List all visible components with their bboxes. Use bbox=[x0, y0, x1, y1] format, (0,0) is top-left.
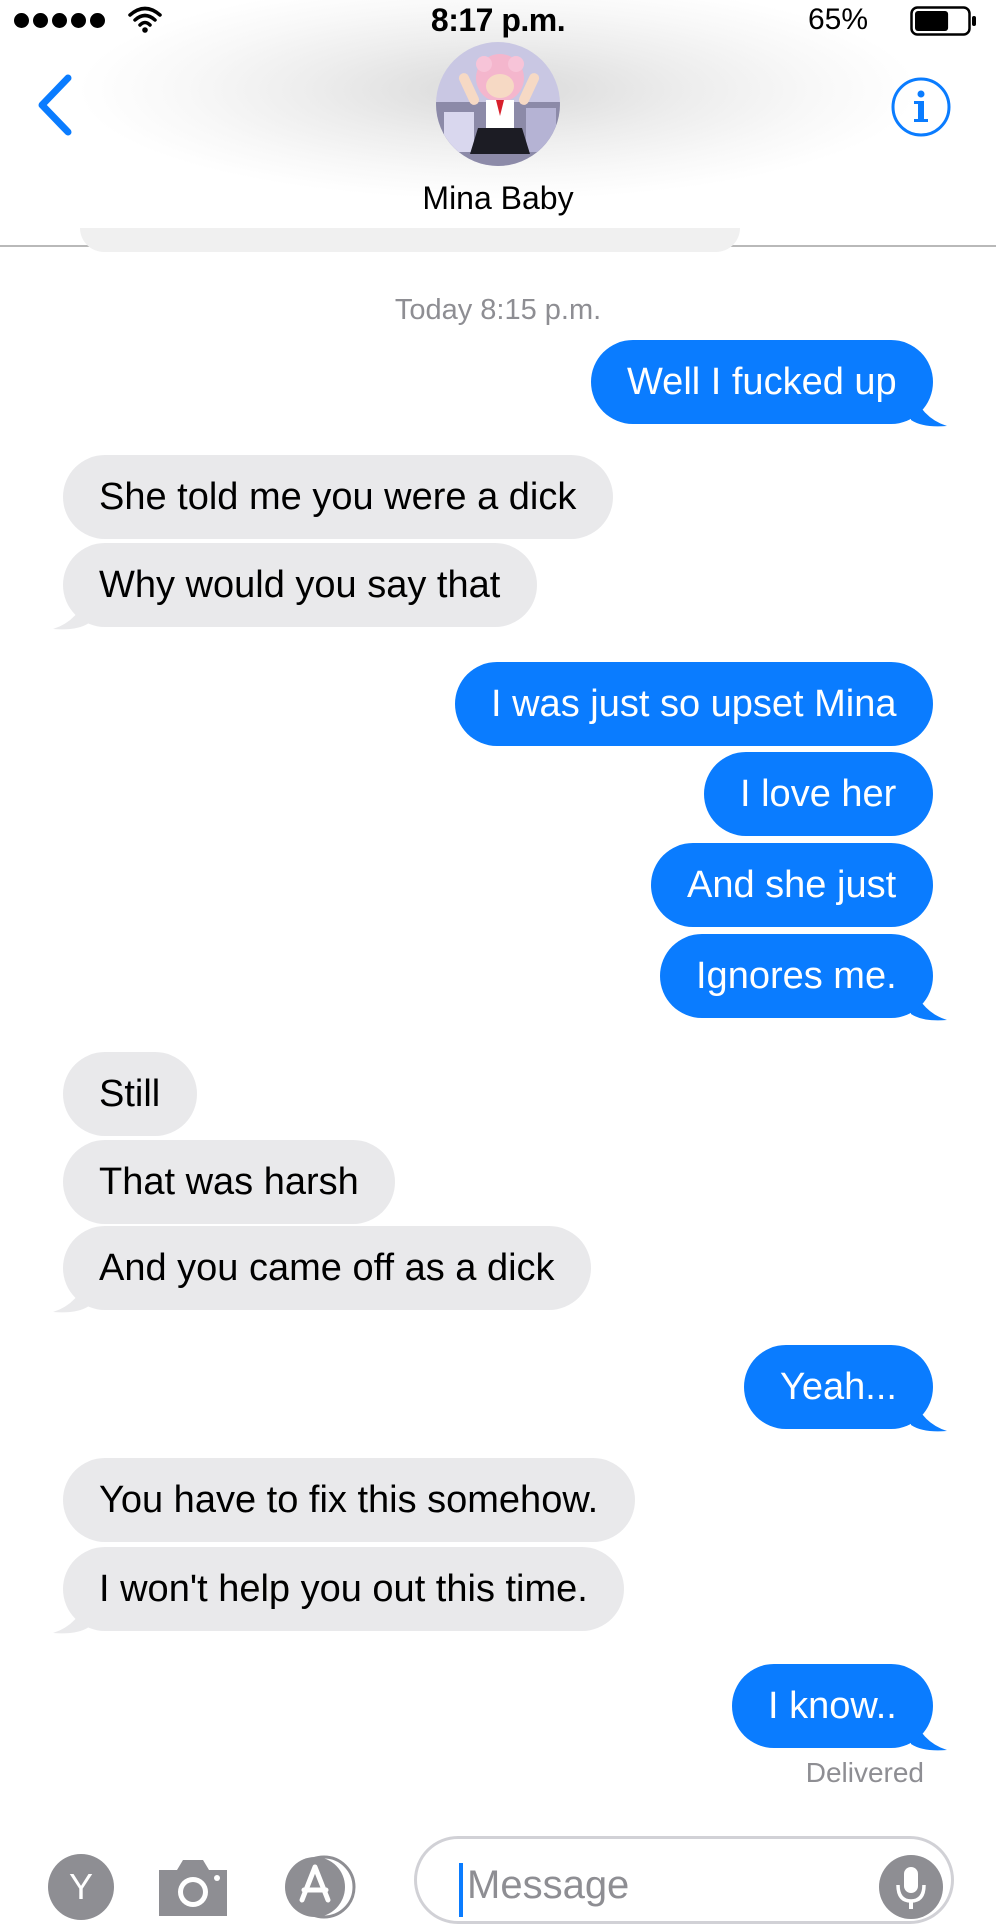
info-icon bbox=[891, 77, 951, 137]
received-message-bubble[interactable]: And you came off as a dick bbox=[63, 1226, 591, 1310]
received-message-bubble[interactable]: You have to fix this somehow. bbox=[63, 1458, 635, 1542]
battery-percent: 65% bbox=[807, 3, 868, 36]
sent-message-bubble[interactable]: I was just so upset Mina bbox=[455, 662, 933, 746]
dictation-button[interactable] bbox=[879, 1855, 943, 1919]
sent-message-bubble[interactable]: I know.. bbox=[732, 1664, 933, 1748]
composer-bar: Y Message bbox=[0, 1820, 996, 1924]
delivery-status: Delivered bbox=[805, 1757, 924, 1788]
avatar-image bbox=[436, 42, 560, 166]
info-button[interactable] bbox=[890, 76, 952, 138]
sent-message-bubble[interactable]: I love her bbox=[704, 752, 933, 836]
received-message-bubble[interactable]: I won't help you out this time. bbox=[63, 1547, 624, 1631]
microphone-icon bbox=[896, 1867, 926, 1909]
received-message-bubble[interactable]: She told me you were a dick bbox=[63, 455, 613, 539]
contact-avatar[interactable] bbox=[436, 42, 560, 166]
received-message-bubble[interactable]: Still bbox=[63, 1052, 197, 1136]
message-input[interactable]: Message bbox=[414, 1836, 954, 1924]
previous-message-peek bbox=[80, 228, 740, 252]
sent-message-bubble[interactable]: Yeah... bbox=[744, 1345, 933, 1429]
battery-icon bbox=[910, 6, 976, 36]
message-placeholder: Message bbox=[467, 1863, 630, 1907]
app-drawer-y-button[interactable]: Y bbox=[48, 1854, 114, 1920]
conversation-timestamp: Today 8:15 p.m. bbox=[394, 294, 602, 326]
sent-message-bubble[interactable]: Well I fucked up bbox=[591, 340, 933, 424]
app-store-icon[interactable] bbox=[282, 1854, 378, 1920]
received-message-bubble[interactable]: That was harsh bbox=[63, 1140, 395, 1224]
camera-icon[interactable] bbox=[155, 1856, 231, 1920]
sent-message-bubble[interactable]: Ignores me. bbox=[660, 934, 933, 1018]
chevron-left-icon bbox=[38, 74, 72, 136]
received-message-bubble[interactable]: Why would you say that bbox=[63, 543, 537, 627]
text-caret bbox=[459, 1863, 463, 1917]
sent-message-bubble[interactable]: And she just bbox=[651, 843, 933, 927]
back-button[interactable] bbox=[32, 70, 82, 140]
contact-name[interactable]: Mina Baby bbox=[0, 180, 996, 217]
status-bar: 8:17 p.m. 65% bbox=[0, 0, 996, 40]
